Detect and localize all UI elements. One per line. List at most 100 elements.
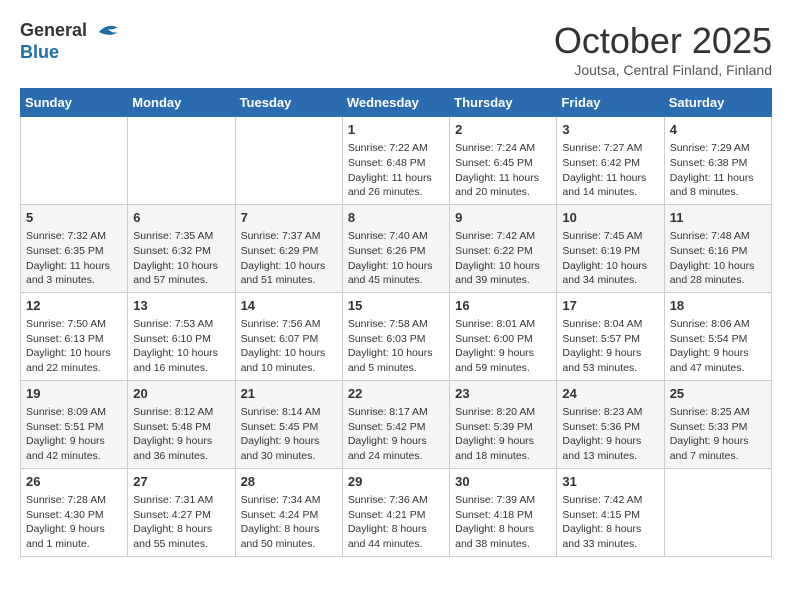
calendar-cell: 20 Sunrise: 8:12 AM Sunset: 5:48 PM Dayligh… bbox=[128, 380, 235, 468]
sunset-text: Sunset: 5:48 PM bbox=[133, 421, 211, 433]
sunset-text: Sunset: 5:39 PM bbox=[455, 421, 533, 433]
daylight-text: Daylight: 9 hours and 36 minutes. bbox=[133, 435, 212, 462]
sunrise-text: Sunrise: 8:12 AM bbox=[133, 406, 213, 418]
daylight-text: Daylight: 9 hours and 53 minutes. bbox=[562, 347, 641, 374]
calendar-cell: 19Sunrise: 8:09 AMSunset: 5:51 PMDayligh… bbox=[21, 380, 128, 468]
header-thursday: Thursday bbox=[450, 89, 557, 117]
sunrise-text: Sunrise: 7:42 AM bbox=[562, 494, 642, 506]
sunrise-text: Sunrise: 7:37 AM bbox=[241, 230, 321, 242]
daylight-text: Daylight: 8 hours and 55 minutes. bbox=[133, 523, 212, 550]
day-number: 7 bbox=[241, 209, 337, 227]
day-number: 15 bbox=[348, 297, 444, 315]
logo-text: General Blue bbox=[20, 20, 122, 63]
daylight-text: Daylight: 8 hours and 44 minutes. bbox=[348, 523, 427, 550]
header-friday: Friday bbox=[557, 89, 664, 117]
sunrise-text: Sunrise: 7:32 AM bbox=[26, 230, 106, 242]
daylight-text: Daylight: 11 hours and 14 minutes. bbox=[562, 172, 646, 199]
sunrise-text: Sunrise: 8:06 AM bbox=[670, 318, 750, 330]
sunset-text: Sunset: 6:19 PM bbox=[562, 245, 640, 257]
day-number: 9 bbox=[455, 209, 551, 227]
sunrise-text: Sunrise: 7:53 AM bbox=[133, 318, 213, 330]
sunrise-text: Sunrise: 7:48 AM bbox=[670, 230, 750, 242]
sunrise-text: Sunrise: 8:23 AM bbox=[562, 406, 642, 418]
sunrise-text: Sunrise: 7:45 AM bbox=[562, 230, 642, 242]
calendar-cell: 5Sunrise: 7:32 AMSunset: 6:35 PMDaylight… bbox=[21, 204, 128, 292]
day-number: 3 bbox=[562, 121, 658, 139]
sunrise-text: Sunrise: 8:20 AM bbox=[455, 406, 535, 418]
sunrise-text: Sunrise: 8:01 AM bbox=[455, 318, 535, 330]
sunset-text: Sunset: 6:38 PM bbox=[670, 157, 748, 169]
day-number: 8 bbox=[348, 209, 444, 227]
day-number: 11 bbox=[670, 209, 766, 227]
day-number: 28 bbox=[241, 473, 337, 491]
daylight-text: Daylight: 10 hours and 34 minutes. bbox=[562, 260, 647, 287]
calendar-cell: 12Sunrise: 7:50 AMSunset: 6:13 PMDayligh… bbox=[21, 292, 128, 380]
sunrise-text: Sunrise: 8:14 AM bbox=[241, 406, 321, 418]
calendar-cell: 4Sunrise: 7:29 AMSunset: 6:38 PMDaylight… bbox=[664, 117, 771, 205]
sunset-text: Sunset: 4:30 PM bbox=[26, 509, 104, 521]
day-number: 17 bbox=[562, 297, 658, 315]
calendar-cell: 16Sunrise: 8:01 AMSunset: 6:00 PMDayligh… bbox=[450, 292, 557, 380]
sunrise-text: Sunrise: 7:22 AM bbox=[348, 142, 428, 154]
header-wednesday: Wednesday bbox=[342, 89, 449, 117]
day-number: 2 bbox=[455, 121, 551, 139]
daylight-text: Daylight: 10 hours and 16 minutes. bbox=[133, 347, 218, 374]
sunrise-text: Sunrise: 7:31 AM bbox=[133, 494, 213, 506]
daylight-text: Daylight: 9 hours and 30 minutes. bbox=[241, 435, 320, 462]
day-number: 6 bbox=[133, 209, 229, 227]
calendar-cell: 11Sunrise: 7:48 AMSunset: 6:16 PMDayligh… bbox=[664, 204, 771, 292]
calendar-cell: 22Sunrise: 8:17 AMSunset: 5:42 PMDayligh… bbox=[342, 380, 449, 468]
daylight-text: Daylight: 9 hours and 13 minutes. bbox=[562, 435, 641, 462]
calendar-cell: 8Sunrise: 7:40 AMSunset: 6:26 PMDaylight… bbox=[342, 204, 449, 292]
day-number: 4 bbox=[670, 121, 766, 139]
month-title: October 2025 bbox=[554, 20, 772, 62]
sunrise-text: Sunrise: 8:17 AM bbox=[348, 406, 428, 418]
daylight-text: Daylight: 9 hours and 24 minutes. bbox=[348, 435, 427, 462]
sunset-text: Sunset: 4:27 PM bbox=[133, 509, 211, 521]
sunrise-text: Sunrise: 7:35 AM bbox=[133, 230, 213, 242]
day-number: 5 bbox=[26, 209, 122, 227]
calendar-cell: 1Sunrise: 7:22 AMSunset: 6:48 PMDaylight… bbox=[342, 117, 449, 205]
sunset-text: Sunset: 6:13 PM bbox=[26, 333, 104, 345]
sunset-text: Sunset: 6:00 PM bbox=[455, 333, 533, 345]
calendar-cell: 18Sunrise: 8:06 AMSunset: 5:54 PMDayligh… bbox=[664, 292, 771, 380]
calendar-cell: 15Sunrise: 7:58 AMSunset: 6:03 PMDayligh… bbox=[342, 292, 449, 380]
day-number: 20 bbox=[133, 385, 229, 403]
sunset-text: Sunset: 6:10 PM bbox=[133, 333, 211, 345]
header-sunday: Sunday bbox=[21, 89, 128, 117]
daylight-text: Daylight: 9 hours and 7 minutes. bbox=[670, 435, 749, 462]
page-header: General Blue October 2025 Joutsa, Centra… bbox=[20, 20, 772, 78]
sunset-text: Sunset: 6:32 PM bbox=[133, 245, 211, 257]
daylight-text: Daylight: 11 hours and 26 minutes. bbox=[348, 172, 432, 199]
sunrise-text: Sunrise: 7:40 AM bbox=[348, 230, 428, 242]
daylight-text: Daylight: 10 hours and 10 minutes. bbox=[241, 347, 326, 374]
daylight-text: Daylight: 8 hours and 50 minutes. bbox=[241, 523, 320, 550]
logo-blue: Blue bbox=[20, 42, 59, 62]
header-monday: Monday bbox=[128, 89, 235, 117]
daylight-text: Daylight: 10 hours and 28 minutes. bbox=[670, 260, 755, 287]
sunset-text: Sunset: 6:29 PM bbox=[241, 245, 319, 257]
calendar-table: Sunday Monday Tuesday Wednesday Thursday… bbox=[20, 88, 772, 557]
sunrise-text: Sunrise: 7:58 AM bbox=[348, 318, 428, 330]
daylight-text: Daylight: 10 hours and 57 minutes. bbox=[133, 260, 218, 287]
calendar-cell: 29Sunrise: 7:36 AMSunset: 4:21 PMDayligh… bbox=[342, 468, 449, 556]
calendar-cell: 26Sunrise: 7:28 AMSunset: 4:30 PMDayligh… bbox=[21, 468, 128, 556]
sunset-text: Sunset: 6:35 PM bbox=[26, 245, 104, 257]
week-row-1: 1Sunrise: 7:22 AMSunset: 6:48 PMDaylight… bbox=[21, 117, 772, 205]
sunset-text: Sunset: 4:18 PM bbox=[455, 509, 533, 521]
calendar-cell bbox=[128, 117, 235, 205]
sunset-text: Sunset: 6:45 PM bbox=[455, 157, 533, 169]
calendar-cell bbox=[664, 468, 771, 556]
sunrise-text: Sunrise: 8:04 AM bbox=[562, 318, 642, 330]
day-number: 24 bbox=[562, 385, 658, 403]
sunrise-text: Sunrise: 7:34 AM bbox=[241, 494, 321, 506]
daylight-text: Daylight: 10 hours and 45 minutes. bbox=[348, 260, 433, 287]
calendar-cell: 2Sunrise: 7:24 AMSunset: 6:45 PMDaylight… bbox=[450, 117, 557, 205]
calendar-cell: 31Sunrise: 7:42 AMSunset: 4:15 PMDayligh… bbox=[557, 468, 664, 556]
header-tuesday: Tuesday bbox=[235, 89, 342, 117]
sunset-text: Sunset: 5:54 PM bbox=[670, 333, 748, 345]
day-number: 25 bbox=[670, 385, 766, 403]
calendar-cell: 3Sunrise: 7:27 AMSunset: 6:42 PMDaylight… bbox=[557, 117, 664, 205]
sunrise-text: Sunrise: 7:50 AM bbox=[26, 318, 106, 330]
day-number: 13 bbox=[133, 297, 229, 315]
